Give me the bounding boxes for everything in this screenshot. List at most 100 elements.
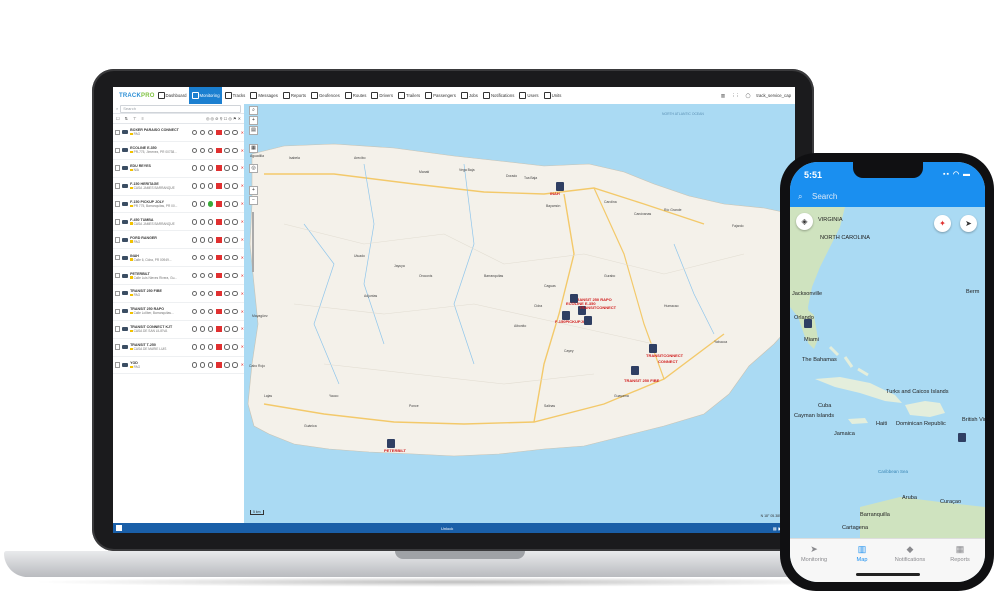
clock-icon[interactable]: [232, 272, 238, 279]
ignition-icon[interactable]: [191, 129, 198, 136]
gps-icon[interactable]: [199, 344, 206, 350]
ignition-icon[interactable]: [191, 326, 198, 332]
alert-icon[interactable]: [216, 290, 222, 297]
username[interactable]: track_service_cap: [756, 93, 791, 98]
connection-icon[interactable]: [207, 272, 214, 279]
ignition-icon[interactable]: [191, 362, 198, 368]
unit-row[interactable]: TRANSIT 250 FIBE PAG ✕: [113, 285, 244, 303]
gps-icon[interactable]: [199, 183, 206, 189]
unit-row[interactable]: F-150 HERITAGE CASA JAMES BARRANQUE ✕: [113, 178, 244, 196]
connection-icon[interactable]: [207, 147, 214, 154]
wrench-icon[interactable]: [224, 254, 230, 261]
gps-icon[interactable]: [199, 165, 206, 171]
taskbar-center-text[interactable]: Unlock: [441, 526, 453, 531]
ignition-icon[interactable]: [191, 165, 198, 171]
zoom-slider[interactable]: [252, 212, 254, 272]
alert-icon[interactable]: [216, 183, 222, 189]
clock-icon[interactable]: [232, 254, 238, 261]
wrench-icon[interactable]: [224, 147, 230, 154]
clock-icon[interactable]: [232, 201, 238, 207]
windows-start-icon[interactable]: [116, 525, 122, 531]
gps-icon[interactable]: [199, 147, 206, 154]
clock-icon[interactable]: [232, 326, 238, 332]
clock-icon[interactable]: [232, 308, 238, 315]
alert-icon[interactable]: [216, 201, 222, 207]
clock-icon[interactable]: [232, 219, 238, 225]
clock-icon[interactable]: [232, 129, 238, 136]
unit-row[interactable]: TRANSIT CONNECT KJT CASA DE SAN LILIEVA ✕: [113, 321, 244, 339]
alert-icon[interactable]: [216, 308, 222, 315]
unit-checkbox[interactable]: [115, 362, 121, 368]
gps-icon[interactable]: [199, 272, 206, 279]
unit-row[interactable]: F-450 TUMBA CASA JAMES BARRANQUE ✕: [113, 213, 244, 232]
alert-icon[interactable]: [216, 237, 222, 243]
wrench-icon[interactable]: [224, 308, 230, 315]
connection-icon[interactable]: [207, 129, 214, 136]
map-locate-button[interactable]: ◎: [249, 164, 258, 173]
ignition-icon[interactable]: [191, 290, 198, 297]
alert-icon[interactable]: [216, 362, 222, 368]
columns-icon[interactable]: ◎ ◎ ⊘ ⚲ ☐ ◎ ⚑ ✕: [206, 116, 241, 121]
nav-notifications[interactable]: Notifications: [480, 87, 516, 104]
wrench-icon[interactable]: [224, 362, 230, 368]
clock-icon[interactable]: [232, 290, 238, 297]
vehicle-marker-transitconnect-2[interactable]: [649, 344, 657, 353]
connection-icon[interactable]: [207, 254, 214, 261]
ignition-icon[interactable]: [191, 237, 198, 243]
unit-checkbox[interactable]: [115, 344, 121, 350]
unit-row[interactable]: YOD PAG ✕: [113, 357, 244, 375]
gps-icon[interactable]: [199, 326, 206, 332]
ignition-icon[interactable]: [191, 201, 198, 207]
clock-icon[interactable]: [232, 183, 238, 189]
nav-dashboard[interactable]: Dashboard: [155, 87, 189, 104]
tab-reports[interactable]: ▦ Reports: [936, 545, 984, 564]
nav-jobs[interactable]: Jobs: [458, 87, 480, 104]
alert-icon[interactable]: [216, 254, 222, 261]
nav-drivers[interactable]: Drivers: [369, 87, 396, 104]
unit-checkbox[interactable]: [115, 290, 121, 297]
nav-messages[interactable]: Messages: [248, 87, 281, 104]
tab-monitoring[interactable]: ➤ Monitoring: [790, 545, 838, 564]
ignition-icon[interactable]: [191, 254, 198, 261]
alert-icon[interactable]: [216, 165, 222, 171]
phone-vehicle-marker-pr[interactable]: [958, 433, 966, 442]
wrench-icon[interactable]: [224, 183, 230, 189]
filter-icon[interactable]: ⊤: [133, 116, 136, 121]
alert-icon[interactable]: [216, 326, 222, 332]
ignition-icon[interactable]: [191, 272, 198, 279]
ignition-icon[interactable]: [191, 183, 198, 189]
locate-me-icon[interactable]: ➤: [960, 215, 977, 232]
unit-checkbox[interactable]: [115, 219, 121, 225]
wrench-icon[interactable]: [224, 201, 230, 207]
gps-icon[interactable]: [199, 254, 206, 261]
map-ruler-button[interactable]: ▦: [249, 144, 258, 153]
connection-icon[interactable]: [207, 290, 214, 297]
tab-map[interactable]: ▥ Map: [838, 545, 886, 564]
vehicle-marker-inah[interactable]: [556, 182, 564, 191]
clock-icon[interactable]: [232, 147, 238, 154]
unit-checkbox[interactable]: [115, 129, 121, 136]
nav-monitoring[interactable]: Monitoring: [189, 87, 223, 104]
wrench-icon[interactable]: [224, 165, 230, 171]
connection-icon[interactable]: [207, 237, 214, 243]
unit-search-input[interactable]: Search: [120, 104, 241, 113]
unit-checkbox[interactable]: [115, 147, 121, 154]
ignition-icon[interactable]: [191, 219, 198, 225]
alert-icon[interactable]: [216, 344, 222, 350]
unit-checkbox[interactable]: [115, 237, 121, 243]
wrench-icon[interactable]: [224, 344, 230, 350]
phone-search-input[interactable]: Search: [812, 192, 837, 201]
unit-checkbox[interactable]: [115, 308, 121, 315]
alert-icon[interactable]: [216, 272, 222, 279]
unit-row[interactable]: ECOLINE E-350 PR-775, Jímenez, PR 00738..…: [113, 142, 244, 160]
connection-icon[interactable]: [207, 326, 214, 332]
wrench-icon[interactable]: [224, 326, 230, 332]
bar-chart-icon[interactable]: ▥: [721, 93, 725, 99]
vehicle-marker-peterbilt[interactable]: [387, 439, 395, 448]
sort-icon[interactable]: ⇅: [125, 116, 128, 121]
nav-reports[interactable]: Reports: [280, 87, 308, 104]
vehicle-marker-transit-250-fibe[interactable]: [631, 366, 639, 375]
nav-passengers[interactable]: Passengers: [423, 87, 459, 104]
apps-grid-icon[interactable]: ⋮⋮: [731, 93, 740, 99]
app-logo[interactable]: TRACKPRO: [113, 93, 155, 99]
